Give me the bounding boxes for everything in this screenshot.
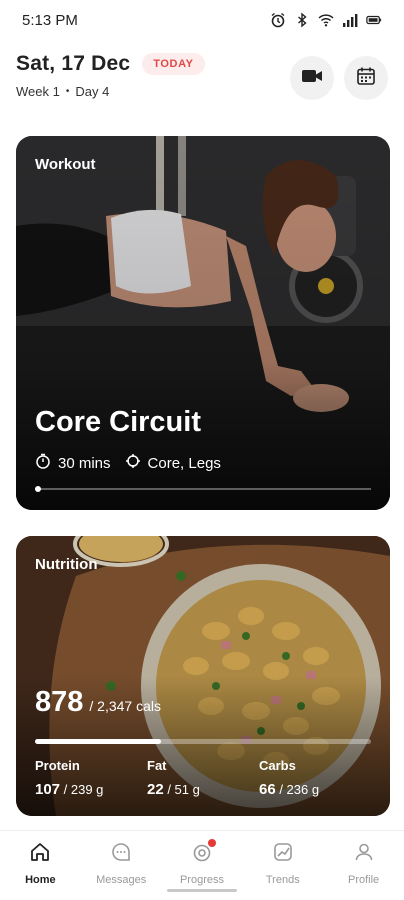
- macro-total: / 51 g: [167, 782, 200, 797]
- macro-value: 66 / 236 g: [259, 781, 371, 798]
- workout-card[interactable]: Workout Core Circuit 30 mins Core, Legs: [16, 136, 390, 510]
- calories-total: / 2,347 cals: [89, 698, 161, 714]
- signal-icon: [342, 12, 358, 28]
- macro-total: / 239 g: [63, 782, 104, 797]
- day-label: Day 4: [75, 84, 110, 99]
- workout-label: Workout: [35, 156, 96, 173]
- calories-consumed: 878: [35, 686, 84, 718]
- macro-carbs: Carbs 66 / 236 g: [259, 758, 371, 798]
- battery-icon: [366, 12, 382, 28]
- messages-icon: [110, 841, 132, 868]
- calendar-icon: [356, 66, 376, 91]
- nav-label: Trends: [265, 874, 300, 886]
- nav-label: Progress: [179, 874, 224, 886]
- header: Sat, 17 Dec TODAY Week 1 • Day 4: [16, 52, 388, 108]
- nav-label: Messages: [96, 874, 147, 886]
- nav-item-profile[interactable]: Profile: [323, 831, 404, 900]
- nav-item-home[interactable]: Home: [0, 831, 81, 900]
- macro-total: / 236 g: [279, 782, 320, 797]
- calories-progress-fill: [35, 739, 161, 744]
- macro-label: Protein: [35, 758, 80, 773]
- nav-label: Home: [25, 874, 56, 886]
- video-camera-icon: [301, 68, 323, 89]
- home-indicator: [167, 889, 237, 892]
- macro-amount: 22: [147, 781, 164, 798]
- nutrition-label: Nutrition: [35, 556, 98, 573]
- calories-progress-bar: [35, 739, 371, 744]
- status-icons: [270, 12, 382, 28]
- separator: •: [65, 86, 70, 97]
- workout-progress-indicator: [35, 486, 41, 492]
- profile-icon: [353, 841, 375, 868]
- video-button[interactable]: [290, 56, 334, 100]
- alarm-icon: [270, 12, 286, 28]
- duration-text: 30 mins: [58, 454, 111, 472]
- calendar-button[interactable]: [344, 56, 388, 100]
- date-title: Sat, 17 Dec: [16, 52, 131, 75]
- calories-summary: 878 / 2,347 cals: [35, 686, 161, 719]
- macro-value: 22 / 51 g: [147, 781, 259, 798]
- macro-value: 107 / 239 g: [35, 781, 147, 798]
- status-time: 5:13 PM: [22, 11, 78, 29]
- workout-title: Core Circuit: [35, 406, 201, 438]
- nutrition-card[interactable]: Nutrition 878 / 2,347 cals Protein 107 /…: [16, 536, 390, 816]
- macro-amount: 107: [35, 781, 61, 798]
- today-badge: TODAY: [142, 53, 205, 75]
- macro-amount: 66: [259, 781, 276, 798]
- workout-progress-bar: [35, 486, 371, 492]
- workout-meta: 30 mins Core, Legs: [35, 453, 221, 473]
- macro-fat: Fat 22 / 51 g: [147, 758, 259, 798]
- nav-label: Profile: [347, 874, 380, 886]
- macros-row: Protein 107 / 239 g Fat 22 / 51 g Carbs …: [35, 758, 371, 798]
- stopwatch-icon: [35, 453, 51, 473]
- wifi-icon: [318, 12, 334, 28]
- trends-icon: [272, 841, 294, 868]
- week-label: Week 1: [16, 84, 60, 99]
- home-icon: [29, 841, 51, 868]
- bluetooth-icon: [294, 12, 310, 28]
- notification-dot: [207, 839, 216, 847]
- macro-protein: Protein 107 / 239 g: [35, 758, 147, 798]
- macro-label: Carbs: [259, 758, 296, 773]
- macro-label: Fat: [147, 758, 167, 773]
- focus-text: Core, Legs: [147, 454, 221, 472]
- bottom-navigation: Home Messages Progress Trends Profile: [0, 830, 404, 900]
- crosshair-icon: [125, 453, 141, 473]
- workout-duration: 30 mins: [35, 453, 111, 473]
- status-bar: 5:13 PM: [0, 0, 404, 40]
- workout-focus: Core, Legs: [125, 453, 221, 473]
- nav-item-trends[interactable]: Trends: [242, 831, 323, 900]
- nav-item-messages[interactable]: Messages: [81, 831, 162, 900]
